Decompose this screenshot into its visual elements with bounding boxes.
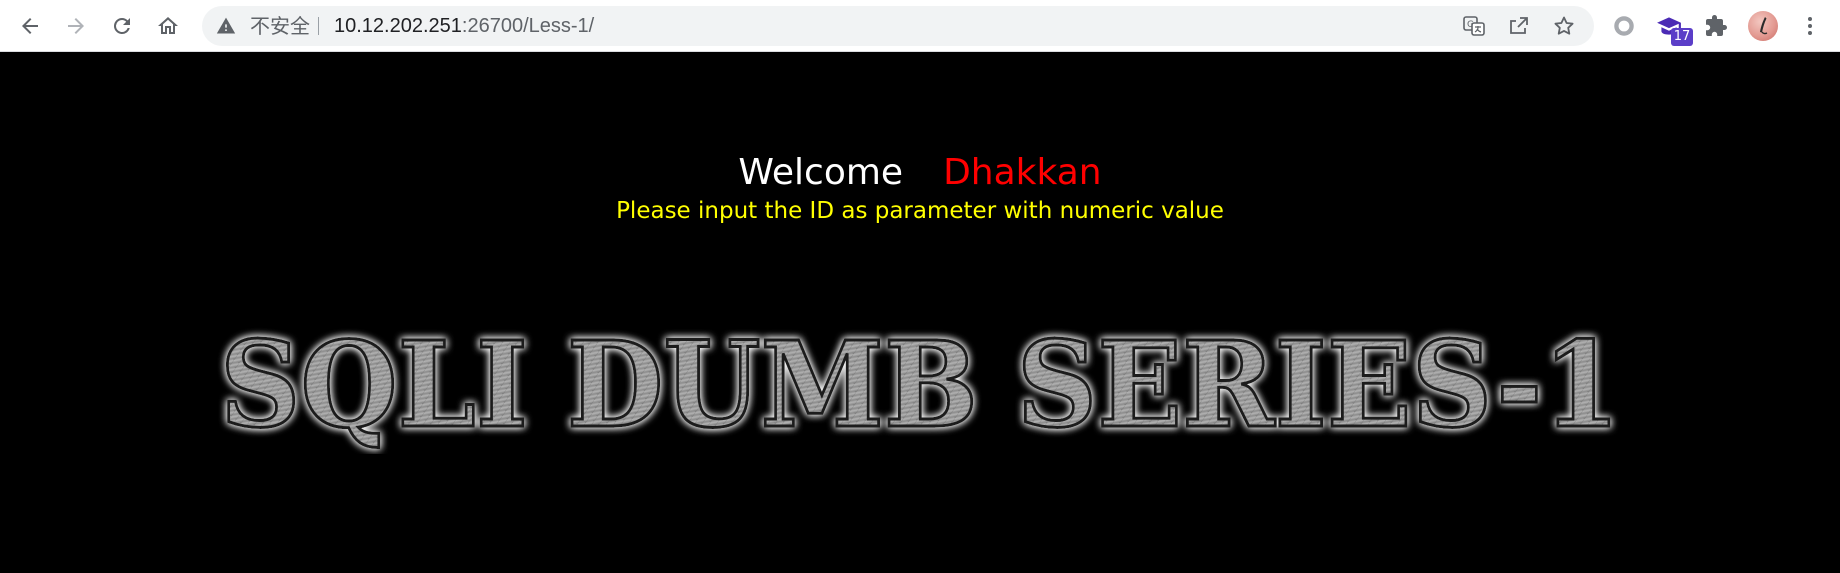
extension-badge: 17 [1671, 28, 1693, 46]
browser-toolbar: 不安全 10.12.202.251:26700/Less-1/ G 17 [0, 0, 1840, 52]
sqli-dumb-series-banner: SQLI DUMB SERIES-1 [219, 314, 1622, 454]
url-host: 10.12.202.251 [334, 15, 462, 37]
reload-button[interactable] [104, 8, 140, 44]
translate-icon[interactable]: G [1462, 14, 1486, 38]
security-label[interactable]: 不安全 [250, 6, 310, 46]
share-icon[interactable] [1507, 14, 1531, 38]
welcome-line: Welcome Dhakkan [0, 152, 1840, 193]
star-icon[interactable] [1552, 14, 1576, 38]
menu-icon[interactable] [1796, 12, 1824, 40]
forward-icon [68, 18, 84, 34]
back-icon [22, 18, 38, 34]
home-icon [158, 17, 178, 34]
reload-icon [114, 17, 130, 34]
back-button[interactable] [12, 8, 48, 44]
home-button[interactable] [150, 8, 186, 44]
instruction-text: Please input the ID as parameter with nu… [616, 198, 1224, 224]
welcome-text: Welcome [738, 152, 904, 193]
address-bar[interactable]: 不安全 10.12.202.251:26700/Less-1/ G [202, 6, 1594, 46]
url-path: :26700/Less-1/ [461, 15, 595, 37]
forward-button[interactable] [58, 8, 94, 44]
url-text[interactable]: 10.12.202.251:26700/Less-1/ [334, 6, 594, 46]
user-name: Dhakkan [943, 152, 1102, 193]
warning-icon[interactable] [216, 16, 236, 36]
extension-circle-icon[interactable] [1610, 12, 1638, 40]
puzzle-icon[interactable] [1702, 12, 1730, 40]
svg-text:SQLI DUMB SERIES-1: SQLI DUMB SERIES-1 [220, 315, 1620, 454]
page-content: Welcome Dhakkan Please input the ID as pa… [0, 52, 1840, 573]
avatar[interactable] [1748, 11, 1778, 41]
address-separator [318, 17, 319, 35]
